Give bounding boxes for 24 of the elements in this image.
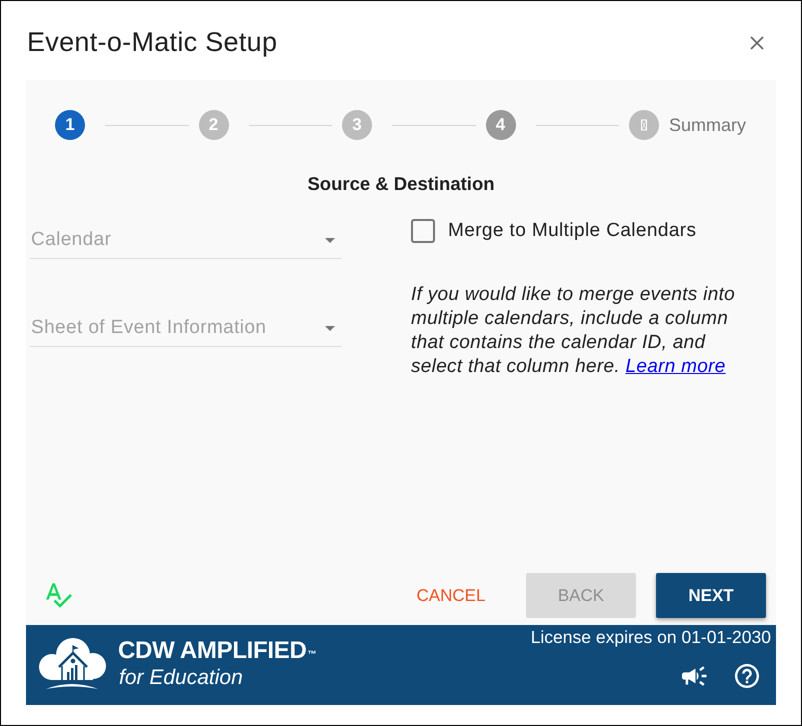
action-button[interactable]: NEXT: [656, 573, 766, 618]
checkbox-label[interactable]: Merge to Multiple Calendars: [448, 220, 696, 242]
spellcheck-icon[interactable]: [46, 583, 72, 608]
step-label: Summary: [669, 114, 746, 136]
cloud-schoolhouse-icon: [37, 637, 107, 691]
dropdown-field[interactable]: Calendar: [30, 222, 342, 259]
license-expiry-text: License expires on 01-01-2030: [530, 626, 771, 648]
step-number: 2: [198, 110, 228, 140]
help-icon[interactable]: [735, 664, 759, 688]
section-title: Source & Destination: [306, 173, 496, 195]
brand-tagline: for Education: [119, 665, 244, 691]
help-text: If you would like to merge events into multiple calendars, include a column that contains the calendar ID, and select that column here. Learn more: [411, 283, 736, 379]
action-button[interactable]: CANCEL: [396, 573, 506, 618]
checkbox[interactable]: [411, 219, 435, 243]
step-number: 1: [55, 110, 85, 140]
caret-icon: [325, 326, 335, 330]
dropdown-field[interactable]: Sheet of Event Information: [30, 310, 342, 347]
caret-icon: [325, 238, 335, 242]
megaphone-icon[interactable]: [682, 666, 707, 686]
step-number: 3: [342, 110, 372, 140]
step-number: 4: [486, 110, 516, 140]
close-icon[interactable]: [750, 36, 764, 50]
learn-more-link[interactable]: Learn more: [626, 356, 726, 377]
window-title: Event-o-Matic Setup: [27, 27, 278, 58]
